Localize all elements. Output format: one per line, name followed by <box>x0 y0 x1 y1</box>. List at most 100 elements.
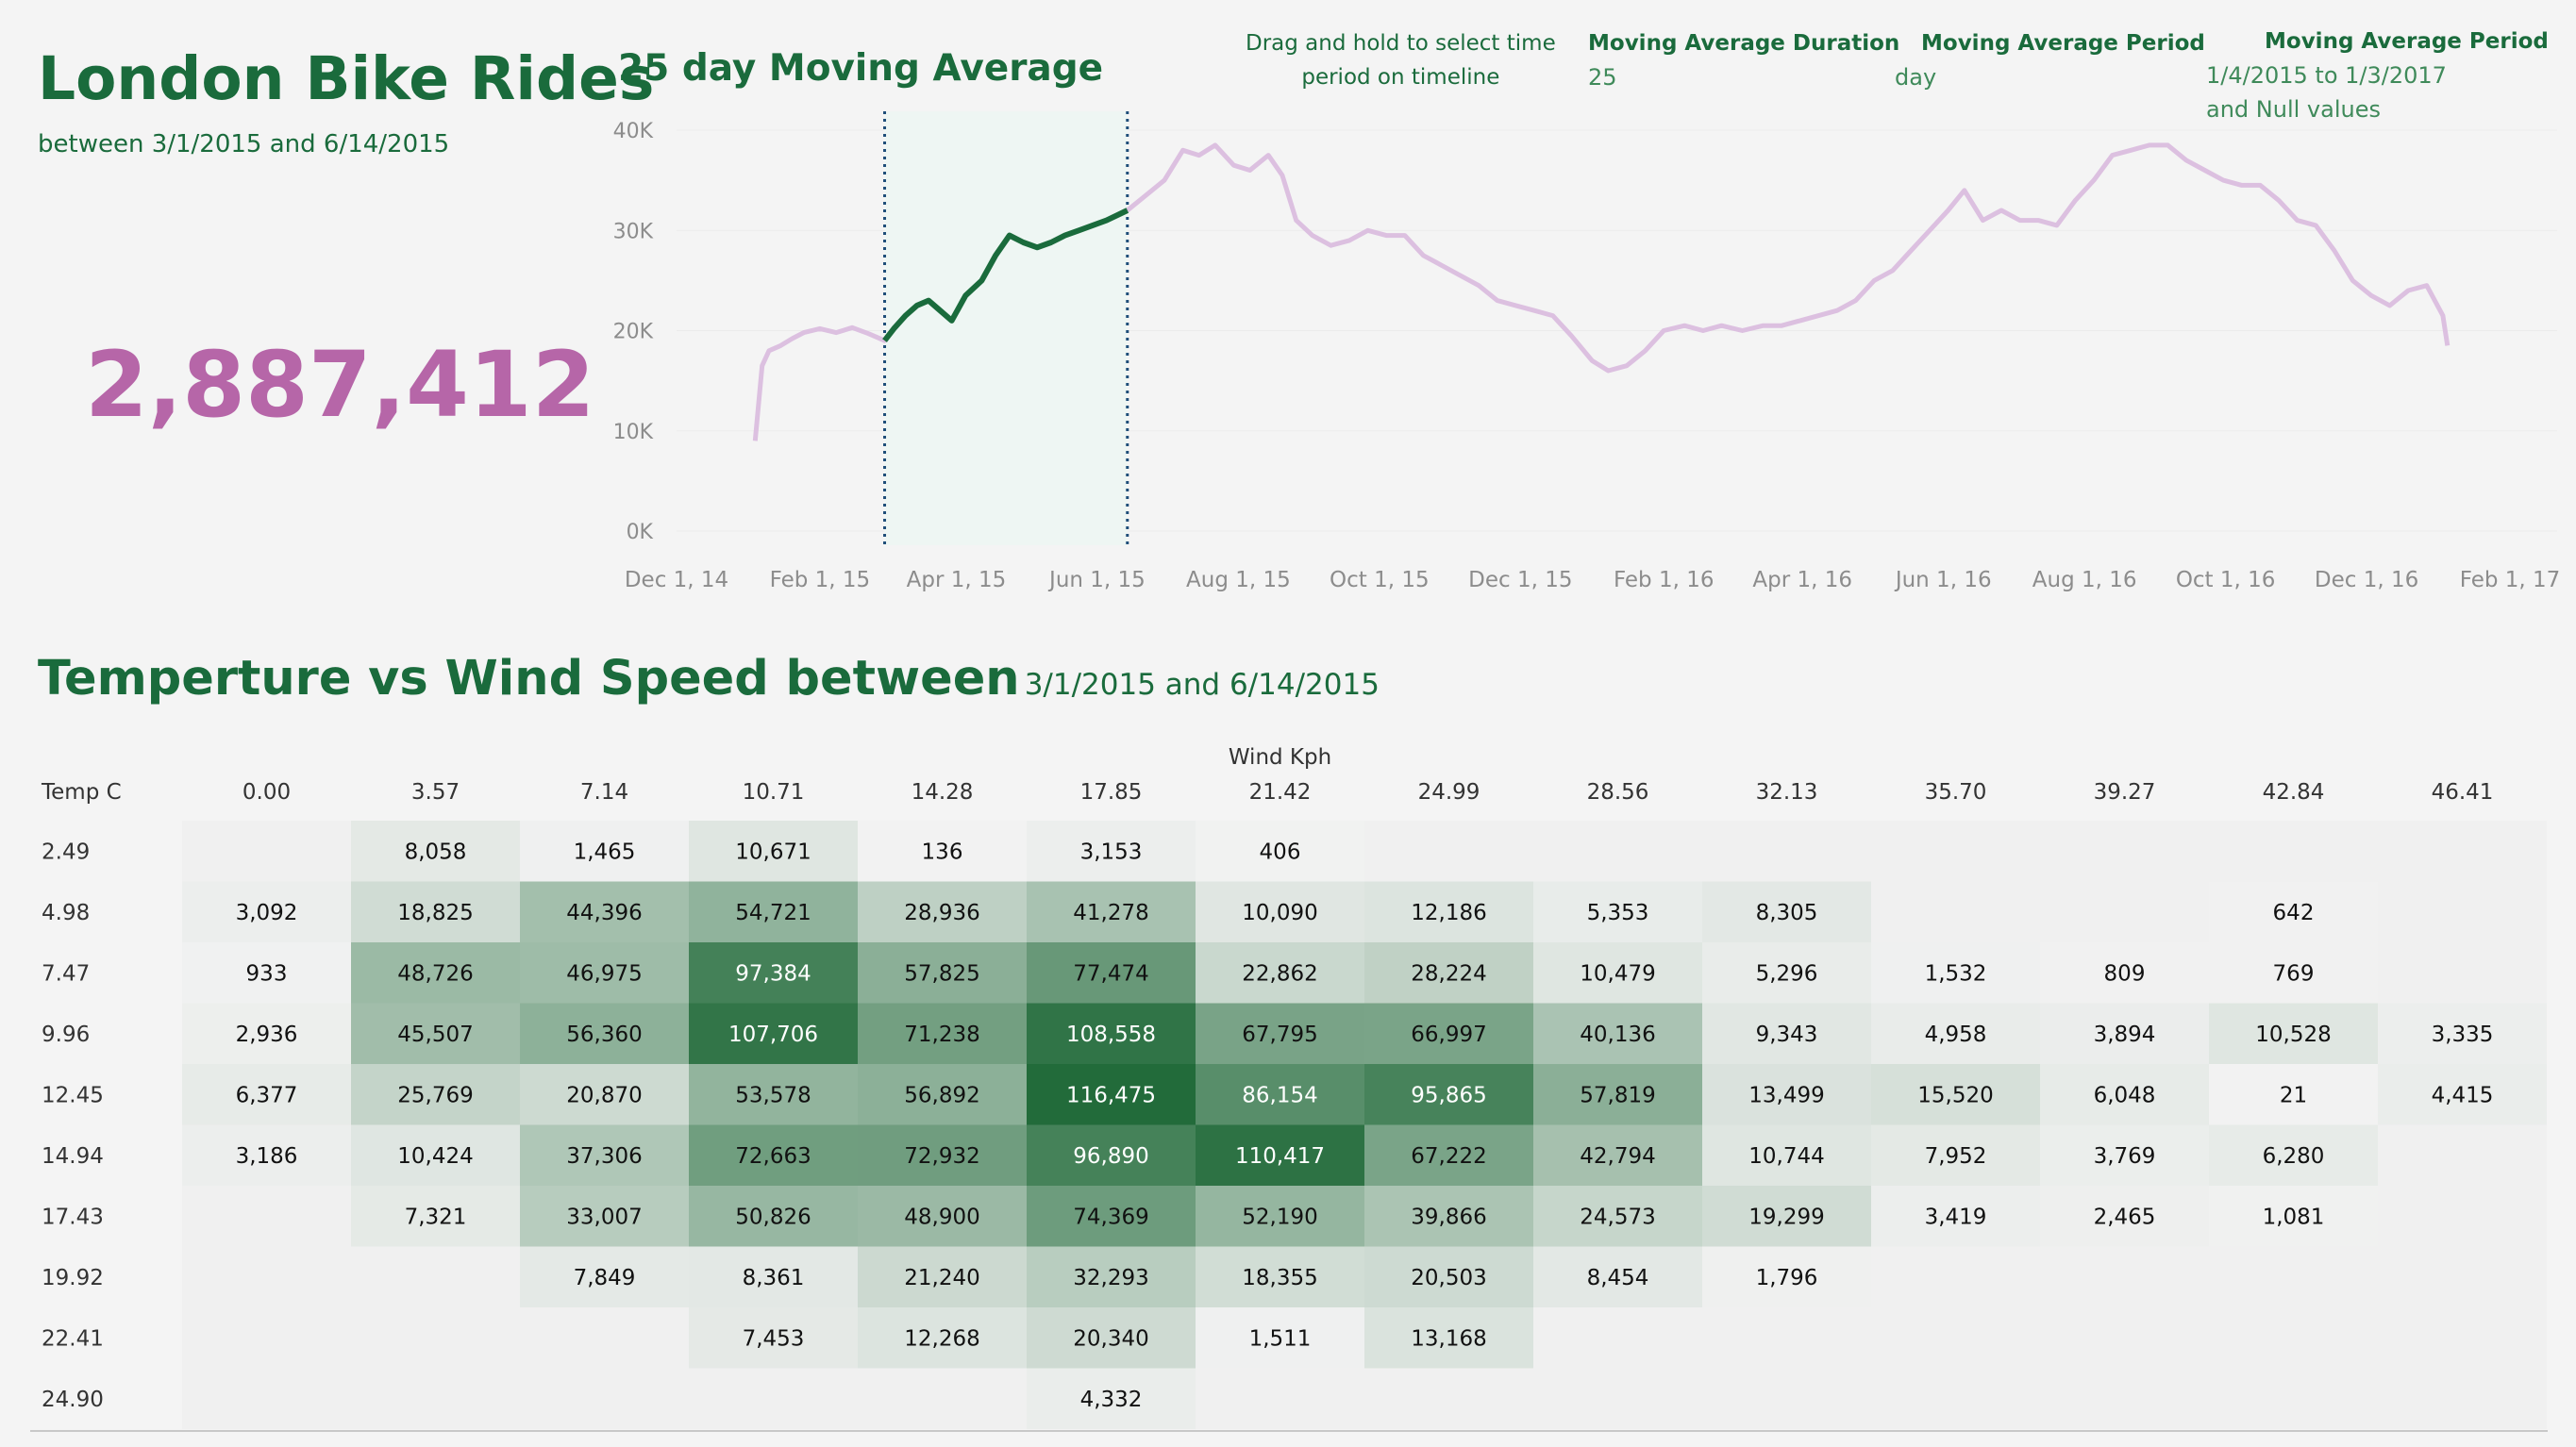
column-header: 28.56 <box>1587 780 1649 805</box>
cell-value: 5,296 <box>1756 961 1818 986</box>
cell-value: 28,224 <box>1411 961 1486 986</box>
cell-value: 7,453 <box>743 1326 805 1351</box>
cell-value: 4,958 <box>1925 1023 1987 1047</box>
column-header: 35.70 <box>1925 780 1987 805</box>
x-tick-label: Jun 1, 16 <box>1894 568 1992 592</box>
row-background <box>182 1368 2547 1429</box>
cell-value: 20,340 <box>1073 1326 1148 1351</box>
cell-value: 97,384 <box>735 961 811 986</box>
column-header: 14.28 <box>912 780 974 805</box>
cell-value: 1,532 <box>1925 961 1987 986</box>
cell-value: 12,186 <box>1411 901 1486 925</box>
duration-value[interactable]: 25 <box>1588 60 1899 94</box>
cell-value: 7,321 <box>405 1205 467 1229</box>
cell-value: 2,465 <box>2094 1205 2156 1229</box>
y-tick-label: 30K <box>613 220 654 243</box>
cell-value: 10,479 <box>1580 961 1655 986</box>
timeline-instruction: Drag and hold to select time period on t… <box>1246 26 1556 94</box>
column-header: 3.57 <box>411 780 460 805</box>
cell-value: 1,465 <box>574 840 636 864</box>
period-label: Moving Average Period <box>1921 31 2205 56</box>
x-tick-label: Oct 1, 16 <box>2176 568 2276 592</box>
row-header: 9.96 <box>42 1023 90 1047</box>
cell-value: 8,361 <box>743 1266 805 1290</box>
selection-band[interactable] <box>884 111 1128 545</box>
cell-value: 10,528 <box>2255 1023 2331 1047</box>
cell-value: 10,090 <box>1242 901 1317 925</box>
x-tick-label: Apr 1, 15 <box>907 568 1007 592</box>
cell-value: 12,268 <box>904 1326 979 1351</box>
moving-average-line-chart[interactable]: 0K 10K 20K 30K 40K Dec 1, 14 Feb 1, 15 Apr 1, 1… <box>604 94 2567 604</box>
cell-value: 67,222 <box>1411 1144 1486 1169</box>
cell-value: 116,475 <box>1066 1083 1156 1107</box>
cell-value: 46,975 <box>566 961 642 986</box>
column-header: 32.13 <box>1756 780 1818 805</box>
cell-value: 28,936 <box>904 901 979 925</box>
cell-value: 3,092 <box>236 901 298 925</box>
cell-value: 22,862 <box>1242 961 1317 986</box>
cell-value: 53,578 <box>735 1083 811 1107</box>
cell-value: 50,826 <box>735 1205 811 1229</box>
cell-value: 406 <box>1260 840 1301 864</box>
cell-value: 8,058 <box>405 840 467 864</box>
column-header: 21.42 <box>1249 780 1312 805</box>
x-axis-title: Wind Kph <box>1229 745 1331 770</box>
x-tick-label: Aug 1, 16 <box>2032 568 2137 592</box>
cell-value: 13,499 <box>1748 1083 1824 1107</box>
period-value[interactable]: day <box>1895 60 2205 94</box>
x-tick-label: Dec 1, 14 <box>625 568 728 592</box>
y-tick-label: 0K <box>627 521 654 544</box>
cell-value: 1,081 <box>2263 1205 2325 1229</box>
x-tick-label: Feb 1, 17 <box>2460 568 2561 592</box>
column-header: 0.00 <box>243 780 291 805</box>
row-header: 12.45 <box>42 1083 104 1107</box>
temp-wind-heatmap: Wind Kph Temp C 0.00 3.57 7.14 10.71 14.28 17.8… <box>30 745 2548 1432</box>
x-tick-label: Feb 1, 16 <box>1614 568 1715 592</box>
cell-value: 3,153 <box>1080 840 1143 864</box>
instruction-line-2: period on timeline <box>1301 65 1500 90</box>
cell-value: 136 <box>922 840 963 864</box>
cell-value: 25,769 <box>397 1083 473 1107</box>
cell-value: 4,332 <box>1080 1388 1143 1412</box>
y-tick-label: 10K <box>613 421 654 444</box>
row-header: 7.47 <box>42 961 90 986</box>
cell-value: 86,154 <box>1242 1083 1317 1107</box>
cell-value: 13,168 <box>1411 1326 1486 1351</box>
instruction-line-1: Drag and hold to select time <box>1246 31 1556 56</box>
cell-value: 39,866 <box>1411 1205 1486 1229</box>
cell-value: 642 <box>2273 901 2315 925</box>
cell-value: 37,306 <box>566 1144 642 1169</box>
cell-value: 3,335 <box>2432 1023 2494 1047</box>
cell-value: 44,396 <box>566 901 642 925</box>
duration-parameter[interactable]: Moving Average Duration 25 <box>1588 26 1899 94</box>
cell-value: 20,870 <box>566 1083 642 1107</box>
cell-value: 9,343 <box>1756 1023 1818 1047</box>
heatmap-title: Temperture vs Wind Speed between 3/1/201… <box>38 651 1380 707</box>
cell-value: 21 <box>2280 1083 2307 1107</box>
cell-value: 74,369 <box>1073 1205 1148 1229</box>
y-axis-title: Temp C <box>41 780 122 805</box>
cell-value: 18,355 <box>1242 1266 1317 1290</box>
cell-value: 3,894 <box>2094 1023 2156 1047</box>
cell-value: 7,952 <box>1925 1144 1987 1169</box>
period-parameter[interactable]: Moving Average Period day <box>1895 26 2205 94</box>
column-header: 39.27 <box>2094 780 2156 805</box>
y-tick-label: 40K <box>613 120 654 143</box>
range-value-line-1[interactable]: 1/4/2015 to 1/3/2017 <box>2206 58 2549 92</box>
x-tick-label: Jun 1, 15 <box>1047 568 1146 592</box>
row-header: 22.41 <box>42 1326 104 1351</box>
cell-value: 54,721 <box>735 901 811 925</box>
cell-value: 3,419 <box>1925 1205 1987 1229</box>
cell-value: 48,726 <box>397 961 473 986</box>
cell-value: 33,007 <box>566 1205 642 1229</box>
cell-value: 32,293 <box>1073 1266 1148 1290</box>
cell-value: 77,474 <box>1073 961 1148 986</box>
cell-value: 6,280 <box>2263 1144 2325 1169</box>
cell-value: 4,415 <box>2432 1083 2494 1107</box>
y-tick-label: 20K <box>613 321 654 344</box>
cell-value: 66,997 <box>1411 1023 1486 1047</box>
x-tick-label: Apr 1, 16 <box>1752 568 1852 592</box>
cell-value: 96,890 <box>1073 1144 1148 1169</box>
cell-value: 769 <box>2273 961 2315 986</box>
x-tick-label: Aug 1, 15 <box>1186 568 1291 592</box>
